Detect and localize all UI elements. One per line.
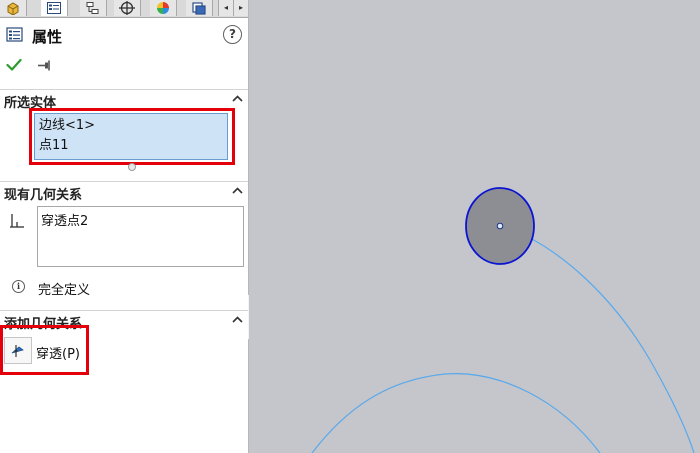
highlight-box-pierce <box>0 325 89 375</box>
help-icon[interactable]: ? <box>223 25 242 44</box>
tab-dimxpert-manager[interactable] <box>114 0 141 16</box>
feature-manager-icon <box>7 2 19 15</box>
dimxpert-manager-icon <box>119 1 135 15</box>
chevron-up-icon[interactable] <box>232 187 243 194</box>
definition-status: 完全定义 <box>38 283 91 298</box>
info-icon: i <box>12 280 25 293</box>
highlight-box-selected-entities <box>29 108 235 165</box>
tab-view-cube[interactable] <box>186 0 213 16</box>
tab-configuration-manager[interactable] <box>80 0 107 16</box>
property-manager-icon <box>47 2 61 14</box>
tab-feature-manager[interactable] <box>0 0 27 16</box>
pin-icon[interactable] <box>37 60 53 71</box>
chevron-up-icon[interactable] <box>232 95 243 102</box>
ok-checkmark-icon[interactable] <box>6 58 22 72</box>
list-resize-handle[interactable] <box>128 163 136 171</box>
graphics-viewport[interactable] <box>249 0 700 453</box>
tab-property-manager[interactable] <box>41 0 68 16</box>
pierce-point[interactable] <box>496 222 504 230</box>
panel-title-row: 属性 ? <box>6 25 242 47</box>
chevron-up-icon[interactable] <box>232 316 243 323</box>
existing-relations-header[interactable]: 现有几何关系 <box>0 181 248 203</box>
property-manager-icon <box>6 27 23 42</box>
panel-title: 属性 <box>32 28 63 46</box>
list-item[interactable]: 穿透点2 <box>41 210 240 229</box>
tab-scroll-left-button[interactable]: ◂ <box>218 0 233 16</box>
tab-scroll-right-button[interactable]: ▸ <box>233 0 248 16</box>
view-cube-icon <box>192 2 206 15</box>
selected-entities-header[interactable]: 所选实体 <box>0 89 248 111</box>
tab-display-manager[interactable] <box>150 0 177 16</box>
pierce-relation-icon <box>10 214 24 228</box>
manager-tab-bar: ◂ ▸ <box>0 0 248 18</box>
property-manager-panel: ◂ ▸ 属性 ? 所选实体 边线<1> 点11 现有几何关系 穿透点2 i 完全… <box>0 0 249 453</box>
display-manager-icon <box>157 2 169 14</box>
existing-relations-list[interactable]: 穿透点2 <box>37 206 244 267</box>
configuration-manager-icon <box>86 2 99 14</box>
existing-relations-heading: 现有几何关系 <box>4 188 83 203</box>
